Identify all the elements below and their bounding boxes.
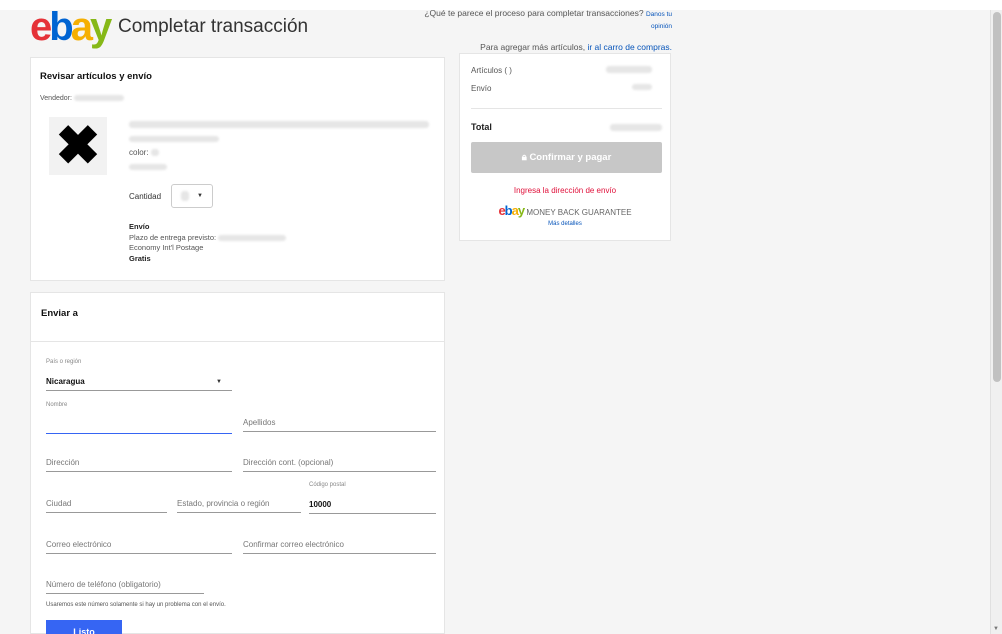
color-label: color: bbox=[129, 148, 149, 157]
postal-value: 10000 bbox=[309, 500, 332, 509]
phone-note: Usaremos este número solamente si hay un… bbox=[46, 602, 226, 608]
logo-letter-b: b bbox=[49, 5, 74, 49]
review-items-panel: Revisar artículos y envío Vendedor: ✖ co… bbox=[30, 57, 445, 281]
email-placeholder: Correo electrónico bbox=[46, 540, 112, 549]
state-field[interactable]: Estado, provincia o región bbox=[177, 495, 301, 513]
last-name-placeholder: Apellidos bbox=[243, 418, 276, 427]
seller-line: Vendedor: bbox=[40, 95, 124, 102]
review-heading: Revisar artículos y envío bbox=[40, 71, 152, 82]
feedback-link[interactable]: Danos tu opinión bbox=[646, 11, 672, 30]
country-select[interactable]: País o región Nicaragua ▼ bbox=[46, 359, 232, 391]
lock-icon: 🔒︎ bbox=[521, 152, 527, 163]
color-value-redacted bbox=[150, 149, 159, 157]
page-scrollbar[interactable]: ▼ bbox=[990, 10, 1002, 634]
quantity-value-redacted bbox=[181, 191, 190, 201]
quantity-label: Cantidad bbox=[129, 191, 162, 201]
ship-to-heading: Enviar a bbox=[41, 308, 78, 319]
shipping-row: Envío bbox=[471, 84, 662, 93]
item-title-redacted[interactable] bbox=[129, 121, 429, 129]
divider bbox=[471, 108, 662, 109]
cart-link[interactable]: ir al carro de compras. bbox=[587, 42, 672, 52]
mbg-text: MONEY BACK GUARANTEE bbox=[526, 208, 632, 217]
address-placeholder: Dirección bbox=[46, 458, 80, 467]
logo-letter-e: e bbox=[30, 5, 52, 49]
cart-prompt: Para agregar más artículos, ir al carro … bbox=[480, 42, 672, 52]
feedback-prompt: ¿Qué te parece el proceso para completar… bbox=[412, 8, 672, 32]
country-value: Nicaragua bbox=[46, 377, 85, 386]
chevron-down-icon: ▼ bbox=[197, 193, 203, 199]
postal-label: Código postal bbox=[309, 482, 346, 488]
scrollbar-thumb[interactable] bbox=[993, 12, 1001, 382]
confirm-label: Confirmar y pagar bbox=[529, 152, 612, 163]
logo-letter-a: a bbox=[70, 5, 93, 49]
items-price-redacted bbox=[606, 66, 652, 73]
items-row: Artículos ( ) bbox=[471, 66, 662, 75]
shipping-method: Economy Int'l Postage bbox=[129, 243, 204, 252]
confirm-email-placeholder: Confirmar correo electrónico bbox=[243, 540, 344, 549]
ebay-mini-logo: ebay bbox=[498, 203, 525, 218]
total-label: Total bbox=[471, 122, 492, 132]
quantity-row: Cantidad ▼ bbox=[129, 184, 214, 208]
more-details-link[interactable]: Más detalles bbox=[460, 221, 670, 227]
total-price-redacted bbox=[610, 124, 662, 131]
postal-code-field[interactable]: Código postal 10000 bbox=[309, 482, 436, 514]
page-title: Completar transacción bbox=[118, 16, 309, 37]
ship-to-panel: Enviar a País o región Nicaragua ▼ Nombr… bbox=[30, 292, 445, 634]
shipping-price: Gratis bbox=[129, 253, 151, 263]
confirm-email-field[interactable]: Confirmar correo electrónico bbox=[243, 536, 436, 554]
seller-name-redacted[interactable] bbox=[73, 95, 124, 102]
shipping-label: Envío bbox=[471, 84, 492, 93]
money-back-guarantee: ebay MONEY BACK GUARANTEE bbox=[460, 203, 670, 218]
address2-placeholder: Dirección cont. (opcional) bbox=[243, 458, 334, 467]
item-subtitle-redacted bbox=[129, 135, 219, 142]
shipping-info: Envío Plazo de entrega previsto: Economy… bbox=[129, 222, 287, 264]
done-button[interactable]: Listo bbox=[46, 620, 122, 634]
total-row: Total bbox=[471, 122, 662, 132]
delivery-date-redacted bbox=[218, 234, 287, 241]
feedback-text: ¿Qué te parece el proceso para completar… bbox=[424, 8, 644, 18]
scroll-down-icon[interactable]: ▼ bbox=[993, 626, 999, 632]
country-label: País o región bbox=[46, 359, 82, 365]
email-field[interactable]: Correo electrónico bbox=[46, 536, 232, 554]
address-field[interactable]: Dirección bbox=[46, 454, 232, 472]
first-name-field[interactable]: Nombre bbox=[46, 402, 232, 434]
shipping-price-redacted bbox=[632, 84, 652, 90]
shipping-heading: Envío bbox=[129, 222, 150, 231]
divider bbox=[31, 341, 444, 342]
item-info: color: bbox=[129, 118, 429, 174]
item-price-redacted bbox=[129, 163, 167, 170]
confirm-and-pay-button[interactable]: 🔒︎ Confirmar y pagar bbox=[471, 142, 662, 173]
chevron-down-icon: ▼ bbox=[216, 379, 222, 385]
first-name-label: Nombre bbox=[46, 402, 68, 408]
city-field[interactable]: Ciudad bbox=[46, 495, 167, 513]
cart-text: Para agregar más artículos, bbox=[480, 42, 586, 52]
items-label: Artículos ( ) bbox=[471, 66, 512, 75]
item-thumbnail[interactable]: ✖ bbox=[49, 117, 107, 175]
last-name-field[interactable]: Apellidos bbox=[243, 414, 436, 432]
state-placeholder: Estado, provincia o región bbox=[177, 499, 270, 508]
x-icon: ✖ bbox=[55, 116, 101, 176]
address2-field[interactable]: Dirección cont. (opcional) bbox=[243, 454, 436, 472]
logo-letter-y: y bbox=[89, 5, 112, 49]
phone-placeholder: Número de teléfono (obligatorio) bbox=[46, 580, 161, 589]
address-warning: Ingresa la dirección de envío bbox=[513, 186, 617, 195]
ebay-logo[interactable]: ebay bbox=[30, 5, 112, 49]
delivery-label: Plazo de entrega previsto: bbox=[129, 232, 217, 242]
phone-field[interactable]: Número de teléfono (obligatorio) bbox=[46, 576, 204, 594]
order-summary-panel: Artículos ( ) Envío Total 🔒︎ Confirmar y… bbox=[459, 53, 671, 241]
seller-label: Vendedor: bbox=[40, 95, 72, 102]
quantity-select[interactable]: ▼ bbox=[171, 184, 214, 208]
city-placeholder: Ciudad bbox=[46, 499, 72, 508]
